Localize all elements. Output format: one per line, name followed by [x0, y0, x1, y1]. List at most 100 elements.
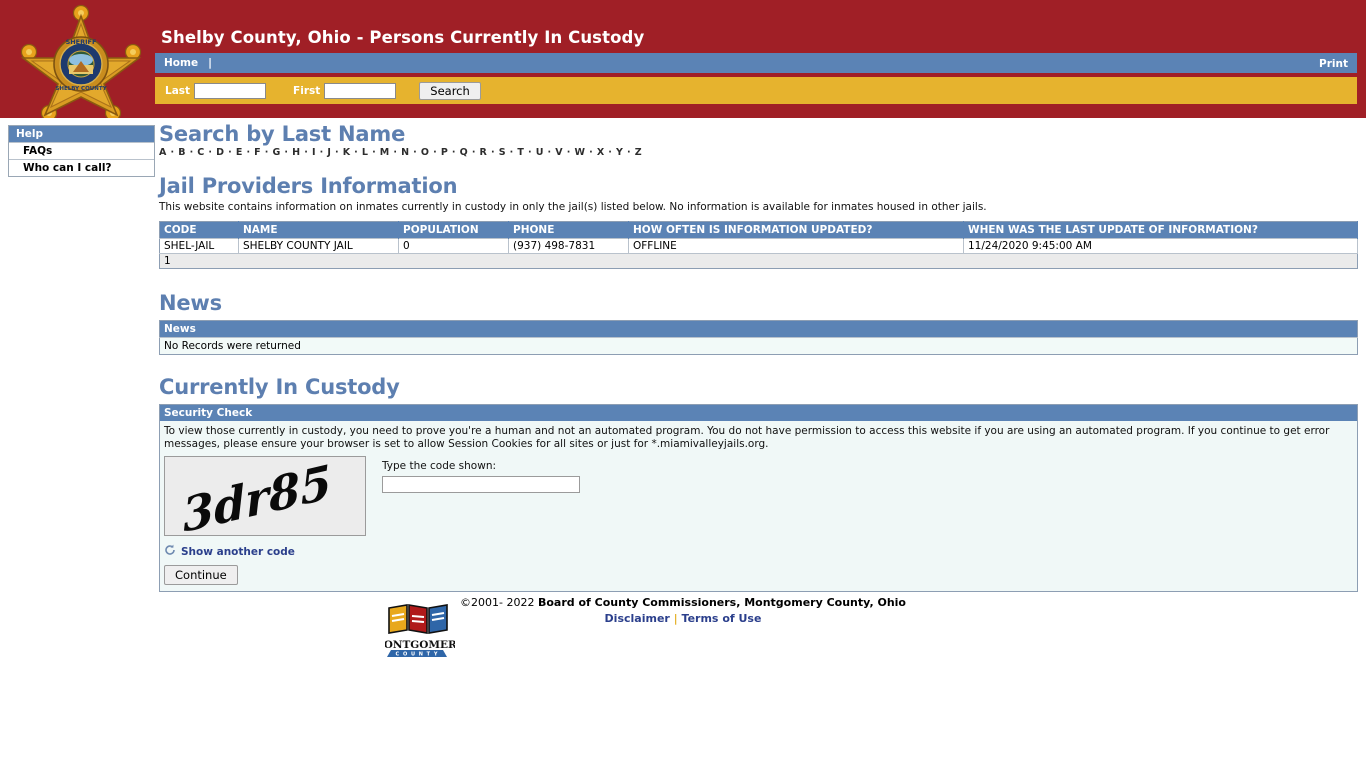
currently-in-custody-heading: Currently In Custody	[159, 375, 400, 399]
sheriff-star-badge-icon: SHERIFF SHELBY COUNTY	[18, 2, 144, 118]
column-header: HOW OFTEN IS INFORMATION UPDATED?	[628, 221, 964, 239]
svg-text:SHELBY COUNTY: SHELBY COUNTY	[55, 86, 107, 92]
table-cell: SHELBY COUNTY JAIL	[238, 238, 399, 254]
alphabet-separator: ·	[315, 147, 328, 158]
alphabet-link-b[interactable]: B	[178, 147, 186, 158]
copyright-organization: Board of County Commissioners, Montgomer…	[537, 596, 906, 609]
montgomery-county-logo-icon: MONTGOMERY C O U N T Y	[372, 602, 464, 660]
last-name-input[interactable]	[193, 83, 266, 99]
news-column-header: News	[159, 320, 1358, 338]
alphabet-link-v[interactable]: V	[555, 147, 563, 158]
alphabet-link-s[interactable]: S	[499, 147, 506, 158]
alphabet-link-g[interactable]: G	[273, 147, 281, 158]
jail-providers-table: CODE NAME POPULATION PHONE HOW OFTEN IS INFO…	[159, 221, 1358, 269]
column-header: PHONE	[508, 221, 629, 239]
alphabet-separator: ·	[505, 147, 518, 158]
alphabet-link-x[interactable]: X	[597, 147, 605, 158]
alphabet-separator: ·	[524, 147, 536, 158]
copyright-years: ©2001- 2022	[460, 596, 535, 609]
alphabet-separator: ·	[280, 147, 293, 158]
alphabet-index[interactable]: A · B · C · D · E · F · G · H · I · J · …	[159, 147, 1358, 158]
print-link[interactable]: Print	[1319, 58, 1348, 70]
column-header: POPULATION	[398, 221, 509, 239]
footer-links: Disclaimer | Terms of Use	[460, 612, 906, 625]
column-header: NAME	[238, 221, 399, 239]
captcha-code-input[interactable]	[382, 476, 580, 493]
alphabet-separator: ·	[224, 147, 236, 158]
alphabet-link-m[interactable]: M	[380, 147, 390, 158]
news-heading: News	[159, 291, 222, 315]
show-another-code[interactable]: Show another code	[164, 544, 1353, 559]
sidebar-heading: Help	[9, 126, 154, 142]
alphabet-separator: ·	[543, 147, 556, 158]
alphabet-link-e[interactable]: E	[236, 147, 243, 158]
alphabet-separator: ·	[331, 147, 343, 158]
column-header: WHEN WAS THE LAST UPDATE OF INFORMATION?	[963, 221, 1358, 239]
security-check-paragraph: To view those currently in custody, you …	[164, 425, 1330, 450]
alphabet-separator: ·	[409, 147, 421, 158]
terms-of-use-link[interactable]: Terms of Use	[682, 612, 762, 625]
pager-page-number[interactable]: 1	[159, 253, 1358, 269]
alphabet-link-c[interactable]: C	[197, 147, 204, 158]
table-cell: 0	[398, 238, 509, 254]
refresh-icon	[164, 544, 176, 559]
help-sidebar: Help FAQs Who can I call?	[8, 125, 155, 177]
quick-search-bar: Last First Search	[155, 77, 1357, 104]
alphabet-separator: ·	[166, 147, 179, 158]
table-cell: 11/24/2020 9:45:00 AM	[963, 238, 1358, 254]
top-navigation-bar: Home | Print	[155, 53, 1357, 73]
alphabet-separator: ·	[204, 147, 217, 158]
svg-text:3dr85: 3dr85	[181, 457, 333, 535]
search-button[interactable]: Search	[419, 82, 481, 100]
logo-subtitle: C O U N T Y	[396, 652, 439, 658]
jail-providers-blurb: This website contains information on inm…	[159, 201, 987, 213]
table-cell: (937) 498-7831	[508, 238, 629, 254]
first-name-input[interactable]	[323, 83, 396, 99]
alphabet-separator: ·	[389, 147, 402, 158]
nav-separator: |	[208, 57, 212, 69]
nav-home-link[interactable]: Home	[164, 57, 198, 69]
table-cell: OFFLINE	[628, 238, 964, 254]
sidebar-item-label: FAQs	[23, 145, 53, 157]
show-another-code-link[interactable]: Show another code	[181, 546, 295, 558]
main-content: Search by Last Name A · B · C · D · E · …	[159, 122, 1358, 592]
table-cell: SHEL-JAIL	[159, 238, 239, 254]
alphabet-separator: ·	[242, 147, 255, 158]
captcha-image: 3dr85	[164, 456, 366, 536]
print-link-label[interactable]: Print	[1319, 58, 1348, 70]
sidebar-item-who-can-i-call[interactable]: Who can I call?	[9, 159, 154, 176]
disclaimer-link[interactable]: Disclaimer	[605, 612, 670, 625]
alphabet-link-u[interactable]: U	[536, 147, 544, 158]
alphabet-separator: ·	[350, 147, 362, 158]
alphabet-link-h[interactable]: H	[292, 147, 300, 158]
security-check-panel: Security Check To view those currently i…	[159, 404, 1358, 592]
sidebar-item-faqs[interactable]: FAQs	[9, 142, 154, 159]
svg-text:SHERIFF: SHERIFF	[66, 38, 97, 46]
alphabet-link-z[interactable]: Z	[635, 147, 642, 158]
first-name-label: First	[293, 85, 321, 97]
footer-link-separator: |	[673, 612, 678, 625]
continue-button[interactable]: Continue	[164, 565, 238, 585]
table-pager-row: 1	[159, 253, 1358, 269]
captcha-code-label: Type the code shown:	[382, 460, 497, 472]
alphabet-separator: ·	[368, 147, 380, 158]
alphabet-separator: ·	[563, 147, 575, 158]
alphabet-separator: ·	[585, 147, 597, 158]
sidebar-item-label: Who can I call?	[23, 162, 112, 174]
table-header-row: CODE NAME POPULATION PHONE HOW OFTEN IS INFO…	[159, 221, 1358, 239]
alphabet-separator: ·	[185, 147, 198, 158]
nav-left-group: Home |	[164, 57, 212, 69]
copyright-line: ©2001- 2022 Board of County Commissioner…	[460, 596, 906, 609]
alphabet-link-a[interactable]: A	[159, 147, 167, 158]
alphabet-separator: ·	[300, 147, 312, 158]
search-by-last-name-heading: Search by Last Name	[159, 122, 406, 146]
alphabet-link-w[interactable]: W	[574, 147, 585, 158]
column-header: CODE	[159, 221, 239, 239]
alphabet-separator: ·	[468, 147, 480, 158]
alphabet-link-q[interactable]: Q	[460, 147, 468, 158]
news-table: News No Records were returned	[159, 320, 1358, 355]
news-empty-message: No Records were returned	[159, 337, 1358, 355]
table-row: SHEL-JAIL SHELBY COUNTY JAIL 0 (937) 498-78…	[159, 238, 1358, 254]
site-masthead: SHERIFF SHELBY COUNTY Shelby County, Ohi…	[0, 0, 1366, 118]
last-name-label: Last	[165, 85, 191, 97]
